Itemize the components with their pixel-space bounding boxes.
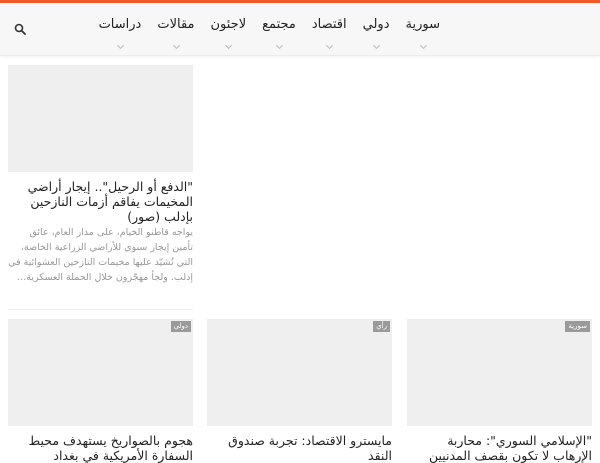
article-card[interactable]: سورية "الإسلامي السوري": محاربة الإرهاب …	[407, 319, 592, 463]
chevron-down-icon	[172, 41, 180, 50]
article-title[interactable]: مايسترو الاقتصاد: تجربة صندوق النقد	[207, 433, 392, 463]
article-thumbnail[interactable]: دولي	[8, 319, 193, 426]
nav-item-international[interactable]: دولي	[355, 17, 398, 50]
nav-item-label: اقتصاد	[311, 17, 347, 32]
category-badge[interactable]: دولي	[170, 321, 191, 332]
article-thumbnail[interactable]: رأي	[207, 319, 392, 426]
search-icon[interactable]	[14, 23, 26, 35]
article-thumbnail[interactable]	[8, 65, 193, 172]
nav-item-articles[interactable]: مقالات	[149, 17, 202, 50]
chevron-down-icon	[116, 41, 124, 50]
article-title[interactable]: "الدفع أو الرحيل".. إيجار أراضي المخيمات…	[8, 179, 193, 224]
chevron-down-icon	[373, 41, 381, 50]
article-title[interactable]: "الإسلامي السوري": محاربة الإرهاب لا تكو…	[407, 433, 592, 463]
article-card[interactable]: رأي مايسترو الاقتصاد: تجربة صندوق النقد	[207, 319, 392, 463]
nav-item-refugees[interactable]: لاجئون	[203, 17, 255, 50]
main-navigation: سورية دولي اقتصاد مجتمع لاجئون مقالات در…	[0, 3, 600, 56]
nav-menu: سورية دولي اقتصاد مجتمع لاجئون مقالات در…	[91, 17, 448, 50]
chevron-down-icon	[326, 41, 334, 50]
nav-item-label: دراسات	[98, 17, 142, 32]
chevron-down-icon	[275, 41, 284, 50]
nav-item-society[interactable]: مجتمع	[254, 17, 304, 50]
category-badge[interactable]: سورية	[565, 321, 590, 332]
nav-item-label: دولي	[362, 17, 390, 32]
divider	[8, 309, 193, 310]
nav-item-economy[interactable]: اقتصاد	[304, 17, 355, 50]
nav-item-syria[interactable]: سورية	[398, 17, 448, 50]
nav-item-label: سورية	[405, 17, 440, 32]
article-thumbnail[interactable]: سورية	[407, 319, 592, 426]
nav-item-label: لاجئون	[210, 17, 247, 32]
featured-article-card[interactable]: "الدفع أو الرحيل".. إيجار أراضي المخيمات…	[8, 65, 193, 305]
article-card[interactable]: دولي هجوم بالصواريخ يستهدف محيط السفارة …	[8, 319, 193, 463]
chevron-down-icon	[225, 41, 233, 50]
article-excerpt: يواجه قاطنو الخيام، على مدار العام، عائق…	[8, 227, 193, 283]
nav-item-label: مقالات	[157, 17, 195, 32]
chevron-down-icon	[419, 41, 427, 50]
category-badge[interactable]: رأي	[373, 321, 390, 332]
article-title[interactable]: هجوم بالصواريخ يستهدف محيط السفارة الأمر…	[8, 433, 193, 463]
nav-item-studies[interactable]: دراسات	[91, 17, 150, 50]
nav-item-label: مجتمع	[262, 17, 296, 32]
